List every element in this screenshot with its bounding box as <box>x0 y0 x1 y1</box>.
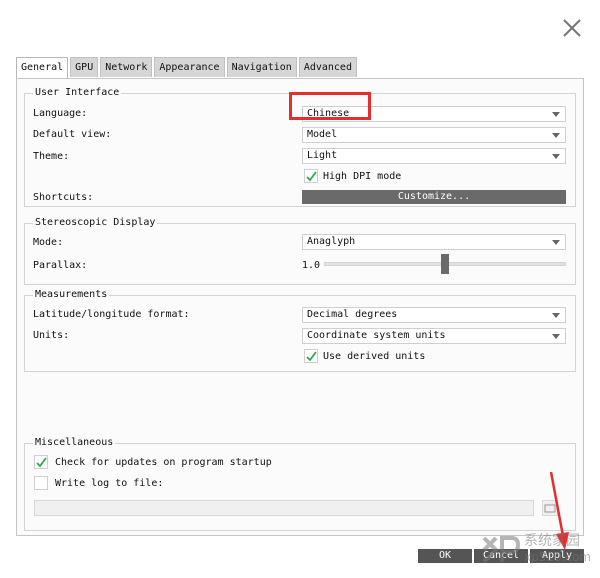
group-title-stereoscopic: Stereoscopic Display <box>33 217 158 229</box>
arrow-annotation-icon <box>549 471 569 550</box>
group-title-user-interface: User Interface <box>33 87 122 99</box>
high-dpi-checkbox[interactable] <box>304 169 318 183</box>
tab-appearance[interactable]: Appearance <box>154 57 225 77</box>
tab-bar: General GPU Network Appearance Navigatio… <box>16 57 359 79</box>
theme-value: Light <box>307 150 338 161</box>
units-select[interactable]: Coordinate system units <box>302 328 566 344</box>
latlon-format-value: Decimal degrees <box>307 309 398 320</box>
parallax-value: 1.0 <box>302 260 321 271</box>
theme-select[interactable]: Light <box>302 148 566 164</box>
parallax-label: Parallax: <box>33 260 88 271</box>
checkmark-icon <box>306 171 317 182</box>
mode-select[interactable]: Anaglyph <box>302 234 566 250</box>
default-view-label: Default view: <box>33 129 112 140</box>
tab-gpu[interactable]: GPU <box>70 57 99 77</box>
derived-units-checkbox[interactable] <box>304 349 318 363</box>
derived-units-label: Use derived units <box>323 351 426 362</box>
latlon-format-label: Latitude/longitude format: <box>33 309 190 320</box>
high-dpi-label: High DPI mode <box>323 171 402 182</box>
latlon-format-select[interactable]: Decimal degrees <box>302 307 566 323</box>
stereoscopic-group: Stereoscopic Display Mode: Anaglyph Para… <box>24 217 576 285</box>
default-view-value: Model <box>307 129 338 140</box>
checkmark-icon <box>306 351 317 362</box>
settings-panel: User Interface Language: Chinese Default… <box>16 78 584 536</box>
log-path-input[interactable] <box>34 500 534 516</box>
tab-network[interactable]: Network <box>100 57 153 77</box>
shortcuts-label: Shortcuts: <box>33 192 94 203</box>
units-label: Units: <box>33 330 70 341</box>
chevron-down-icon <box>552 133 560 138</box>
default-view-select[interactable]: Model <box>302 127 566 143</box>
tab-advanced[interactable]: Advanced <box>298 57 357 77</box>
close-icon[interactable] <box>560 16 584 40</box>
chevron-down-icon <box>552 112 560 117</box>
measurements-group: Measurements Latitude/longitude format: … <box>24 289 576 372</box>
miscellaneous-group: Miscellaneous Check for updates on progr… <box>24 437 576 531</box>
language-highlight-box <box>289 92 371 120</box>
units-value: Coordinate system units <box>307 330 446 341</box>
mode-value: Anaglyph <box>307 236 356 247</box>
language-label: Language: <box>33 108 88 119</box>
parallax-slider-thumb[interactable] <box>441 254 449 274</box>
chevron-down-icon <box>552 154 560 159</box>
write-log-checkbox[interactable] <box>34 476 48 490</box>
group-title-miscellaneous: Miscellaneous <box>33 437 116 449</box>
check-updates-checkbox[interactable] <box>34 455 48 469</box>
customize-button[interactable]: Customize... <box>302 190 566 204</box>
theme-label: Theme: <box>33 151 70 162</box>
tab-navigation[interactable]: Navigation <box>226 57 297 77</box>
checkmark-icon <box>36 457 47 468</box>
tab-general[interactable]: General <box>16 57 69 79</box>
chevron-down-icon <box>552 240 560 245</box>
write-log-label: Write log to file: <box>55 478 164 489</box>
ok-button[interactable]: OK <box>418 549 472 563</box>
cancel-button[interactable]: Cancel <box>474 549 528 563</box>
group-title-measurements: Measurements <box>33 289 110 301</box>
chevron-down-icon <box>552 313 560 318</box>
check-updates-label: Check for updates on program startup <box>55 457 272 468</box>
mode-label: Mode: <box>33 237 64 248</box>
chevron-down-icon <box>552 334 560 339</box>
